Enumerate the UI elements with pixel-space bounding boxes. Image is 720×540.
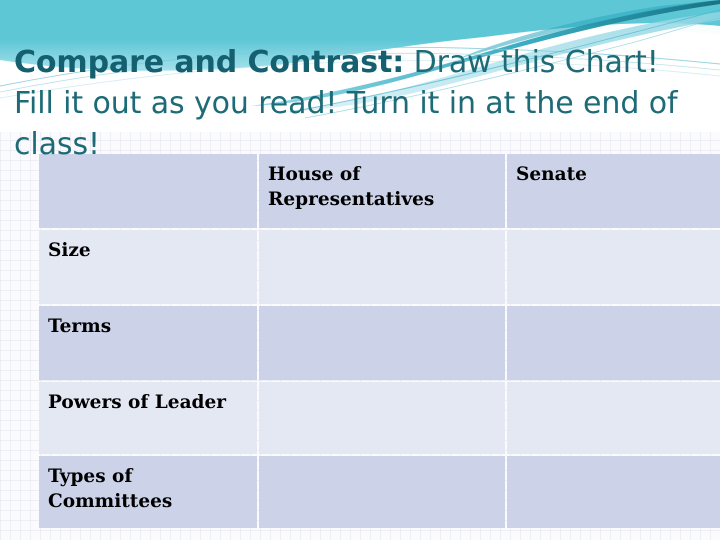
table-header-row: House of Representatives Senate [39, 154, 720, 228]
row-label-types-of-committees: Types of Committees [39, 456, 257, 528]
table-row: Powers of Leader [39, 382, 720, 454]
cell-terms-senate[interactable] [507, 306, 720, 380]
header-cell-blank [39, 154, 257, 228]
cell-powers-senate[interactable] [507, 382, 720, 454]
slide-title: Compare and Contrast: Draw this Chart! F… [14, 42, 706, 165]
cell-types-senate[interactable] [507, 456, 720, 528]
table-row: Types of Committees [39, 456, 720, 528]
table-row: Size [39, 230, 720, 304]
cell-terms-house[interactable] [259, 306, 505, 380]
cell-types-house[interactable] [259, 456, 505, 528]
row-label-powers-of-leader: Powers of Leader [39, 382, 257, 454]
header-cell-house: House of Representatives [259, 154, 505, 228]
table-row: Terms [39, 306, 720, 380]
row-label-terms: Terms [39, 306, 257, 380]
slide: Compare and Contrast: Draw this Chart! F… [0, 0, 720, 540]
cell-size-house[interactable] [259, 230, 505, 304]
cell-size-senate[interactable] [507, 230, 720, 304]
header-cell-senate: Senate [507, 154, 720, 228]
slide-title-emphasis: Compare and Contrast: [14, 45, 405, 80]
row-label-size: Size [39, 230, 257, 304]
cell-powers-house[interactable] [259, 382, 505, 454]
comparison-table: House of Representatives Senate Size Ter… [37, 152, 720, 530]
